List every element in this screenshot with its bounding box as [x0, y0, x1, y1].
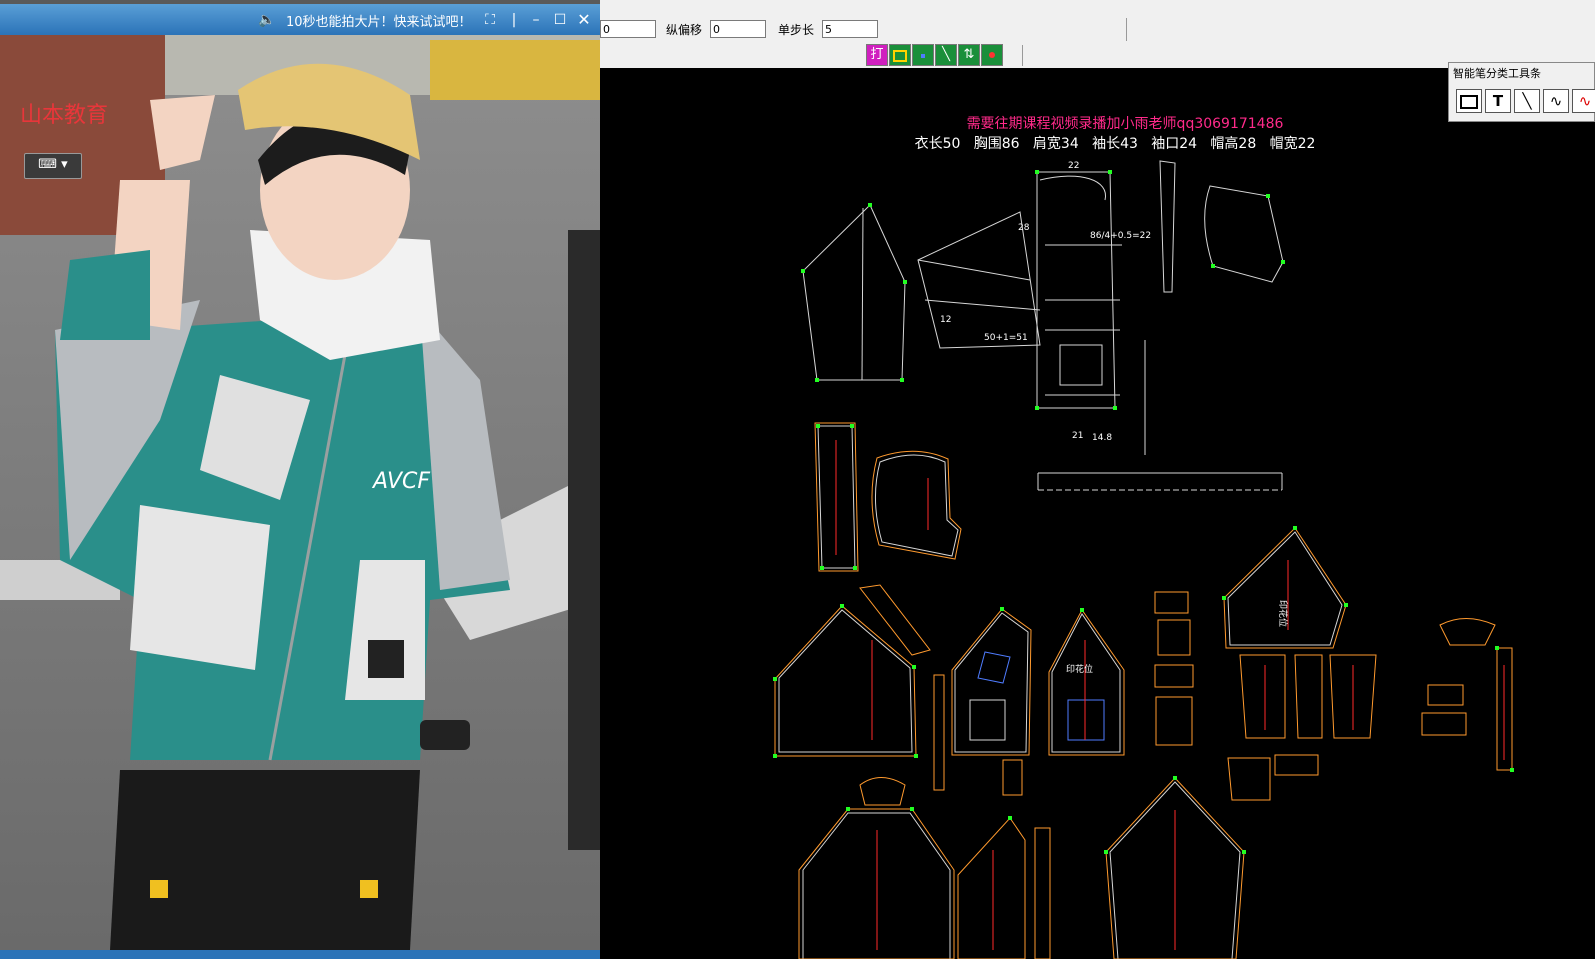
front-body-piece — [778, 609, 913, 753]
measurement-spec: 衣长50 胸围86 肩宽34 袖长43 袖口24 帽高28 帽宽22 — [915, 135, 1316, 152]
curve-icon[interactable]: ∿ — [1543, 89, 1569, 113]
side-panel-piece — [954, 612, 1029, 753]
step-input[interactable]: 5 — [822, 20, 878, 38]
video-window-border — [0, 950, 600, 959]
center-panel-piece — [1051, 613, 1121, 753]
print-position-label: 印花位 — [1066, 663, 1093, 675]
offset-v-label: 纵偏移 — [666, 23, 703, 37]
color-tool-icon[interactable] — [981, 44, 1003, 66]
toolbar-divider — [1022, 45, 1023, 66]
dim-label: 12 — [940, 315, 951, 325]
dim-label: 14.8 — [1092, 433, 1112, 443]
line-icon[interactable]: ╲ — [1514, 89, 1540, 113]
raglan-sleeve-piece — [1227, 531, 1343, 646]
video-frame[interactable]: AVCF 山本教育 ⌨ ▾ — [0, 35, 600, 950]
toolbar-divider — [1126, 18, 1127, 41]
maximize-icon[interactable]: ☐ — [552, 12, 568, 28]
multi-curve-icon[interactable]: ∿ — [1572, 89, 1595, 113]
keyboard-icon[interactable]: ⌨ ▾ — [24, 153, 82, 179]
text-tool-icon[interactable]: T — [1485, 89, 1511, 113]
point-tool-icon[interactable] — [912, 44, 934, 66]
jacket-print: AVCF — [371, 469, 430, 494]
draft-body-frame — [1036, 171, 1116, 409]
fullscreen-icon[interactable]: ⛶ — [482, 12, 498, 28]
param-toolbar: 0 纵偏移 0 单步长 5 — [600, 16, 1595, 43]
close-icon[interactable]: ✕ — [576, 12, 592, 28]
line-tool-icon[interactable]: ╲ — [935, 44, 957, 66]
dim-label: 50+1=51 — [984, 333, 1028, 343]
arrows-tool-icon[interactable]: ⇅ — [958, 44, 980, 66]
divider-icon: | — [511, 12, 517, 28]
draft-sleeve — [802, 204, 906, 381]
cad-canvas[interactable]: 需要往期课程视频录播加小雨老师qq3069171486 衣长50 胸围86 肩宽… — [600, 68, 1595, 959]
dim-label: 22 — [1068, 161, 1079, 171]
dim-label: 28 — [1018, 223, 1030, 233]
offset-v-input[interactable]: 0 — [710, 20, 766, 38]
dim-label: 21 — [1072, 431, 1083, 441]
step-label: 单步长 — [778, 23, 815, 37]
draft-hood — [1204, 185, 1284, 283]
rectangle-icon[interactable] — [1456, 89, 1482, 113]
instructor-banner: 需要往期课程视频录播加小雨老师qq3069171486 — [967, 116, 1284, 132]
icon-toolbar: 打 ╲ ⇅ — [600, 43, 1595, 69]
smart-pen-toolbar: 智能笔分类工具条 T ╲ ∿ ∿ — [1448, 62, 1595, 122]
dim-label: 86/4+0.5=22 — [1090, 231, 1151, 241]
video-title: 10秒也能拍大片！快来试试吧！ — [286, 15, 472, 30]
zip-facing-piece — [859, 584, 931, 656]
video-window: 🔈 10秒也能拍大片！快来试试吧！ ⛶ | – ☐ ✕ AVCF 山本教育 ⌨ … — [0, 0, 600, 959]
smart-pen-toolbar-title: 智能笔分类工具条 — [1453, 67, 1541, 80]
print-button[interactable]: 打 — [866, 44, 888, 66]
pattern-drawing: 需要往期课程视频录播加小雨老师qq3069171486 衣长50 胸围86 肩宽… — [773, 116, 1514, 959]
offset-h-input[interactable]: 0 — [600, 20, 656, 38]
hood-piece — [875, 454, 959, 557]
rectangle-tool-icon[interactable] — [889, 44, 911, 66]
minimize-icon[interactable]: – — [528, 12, 544, 28]
watermark-text: 山本教育 — [20, 103, 109, 128]
video-title-bar: 🔈 10秒也能拍大片！快来试试吧！ ⛶ | – ☐ ✕ — [0, 4, 600, 35]
speaker-icon[interactable]: 🔈 — [258, 12, 275, 28]
print-position-label: 印花位 — [1277, 600, 1289, 627]
